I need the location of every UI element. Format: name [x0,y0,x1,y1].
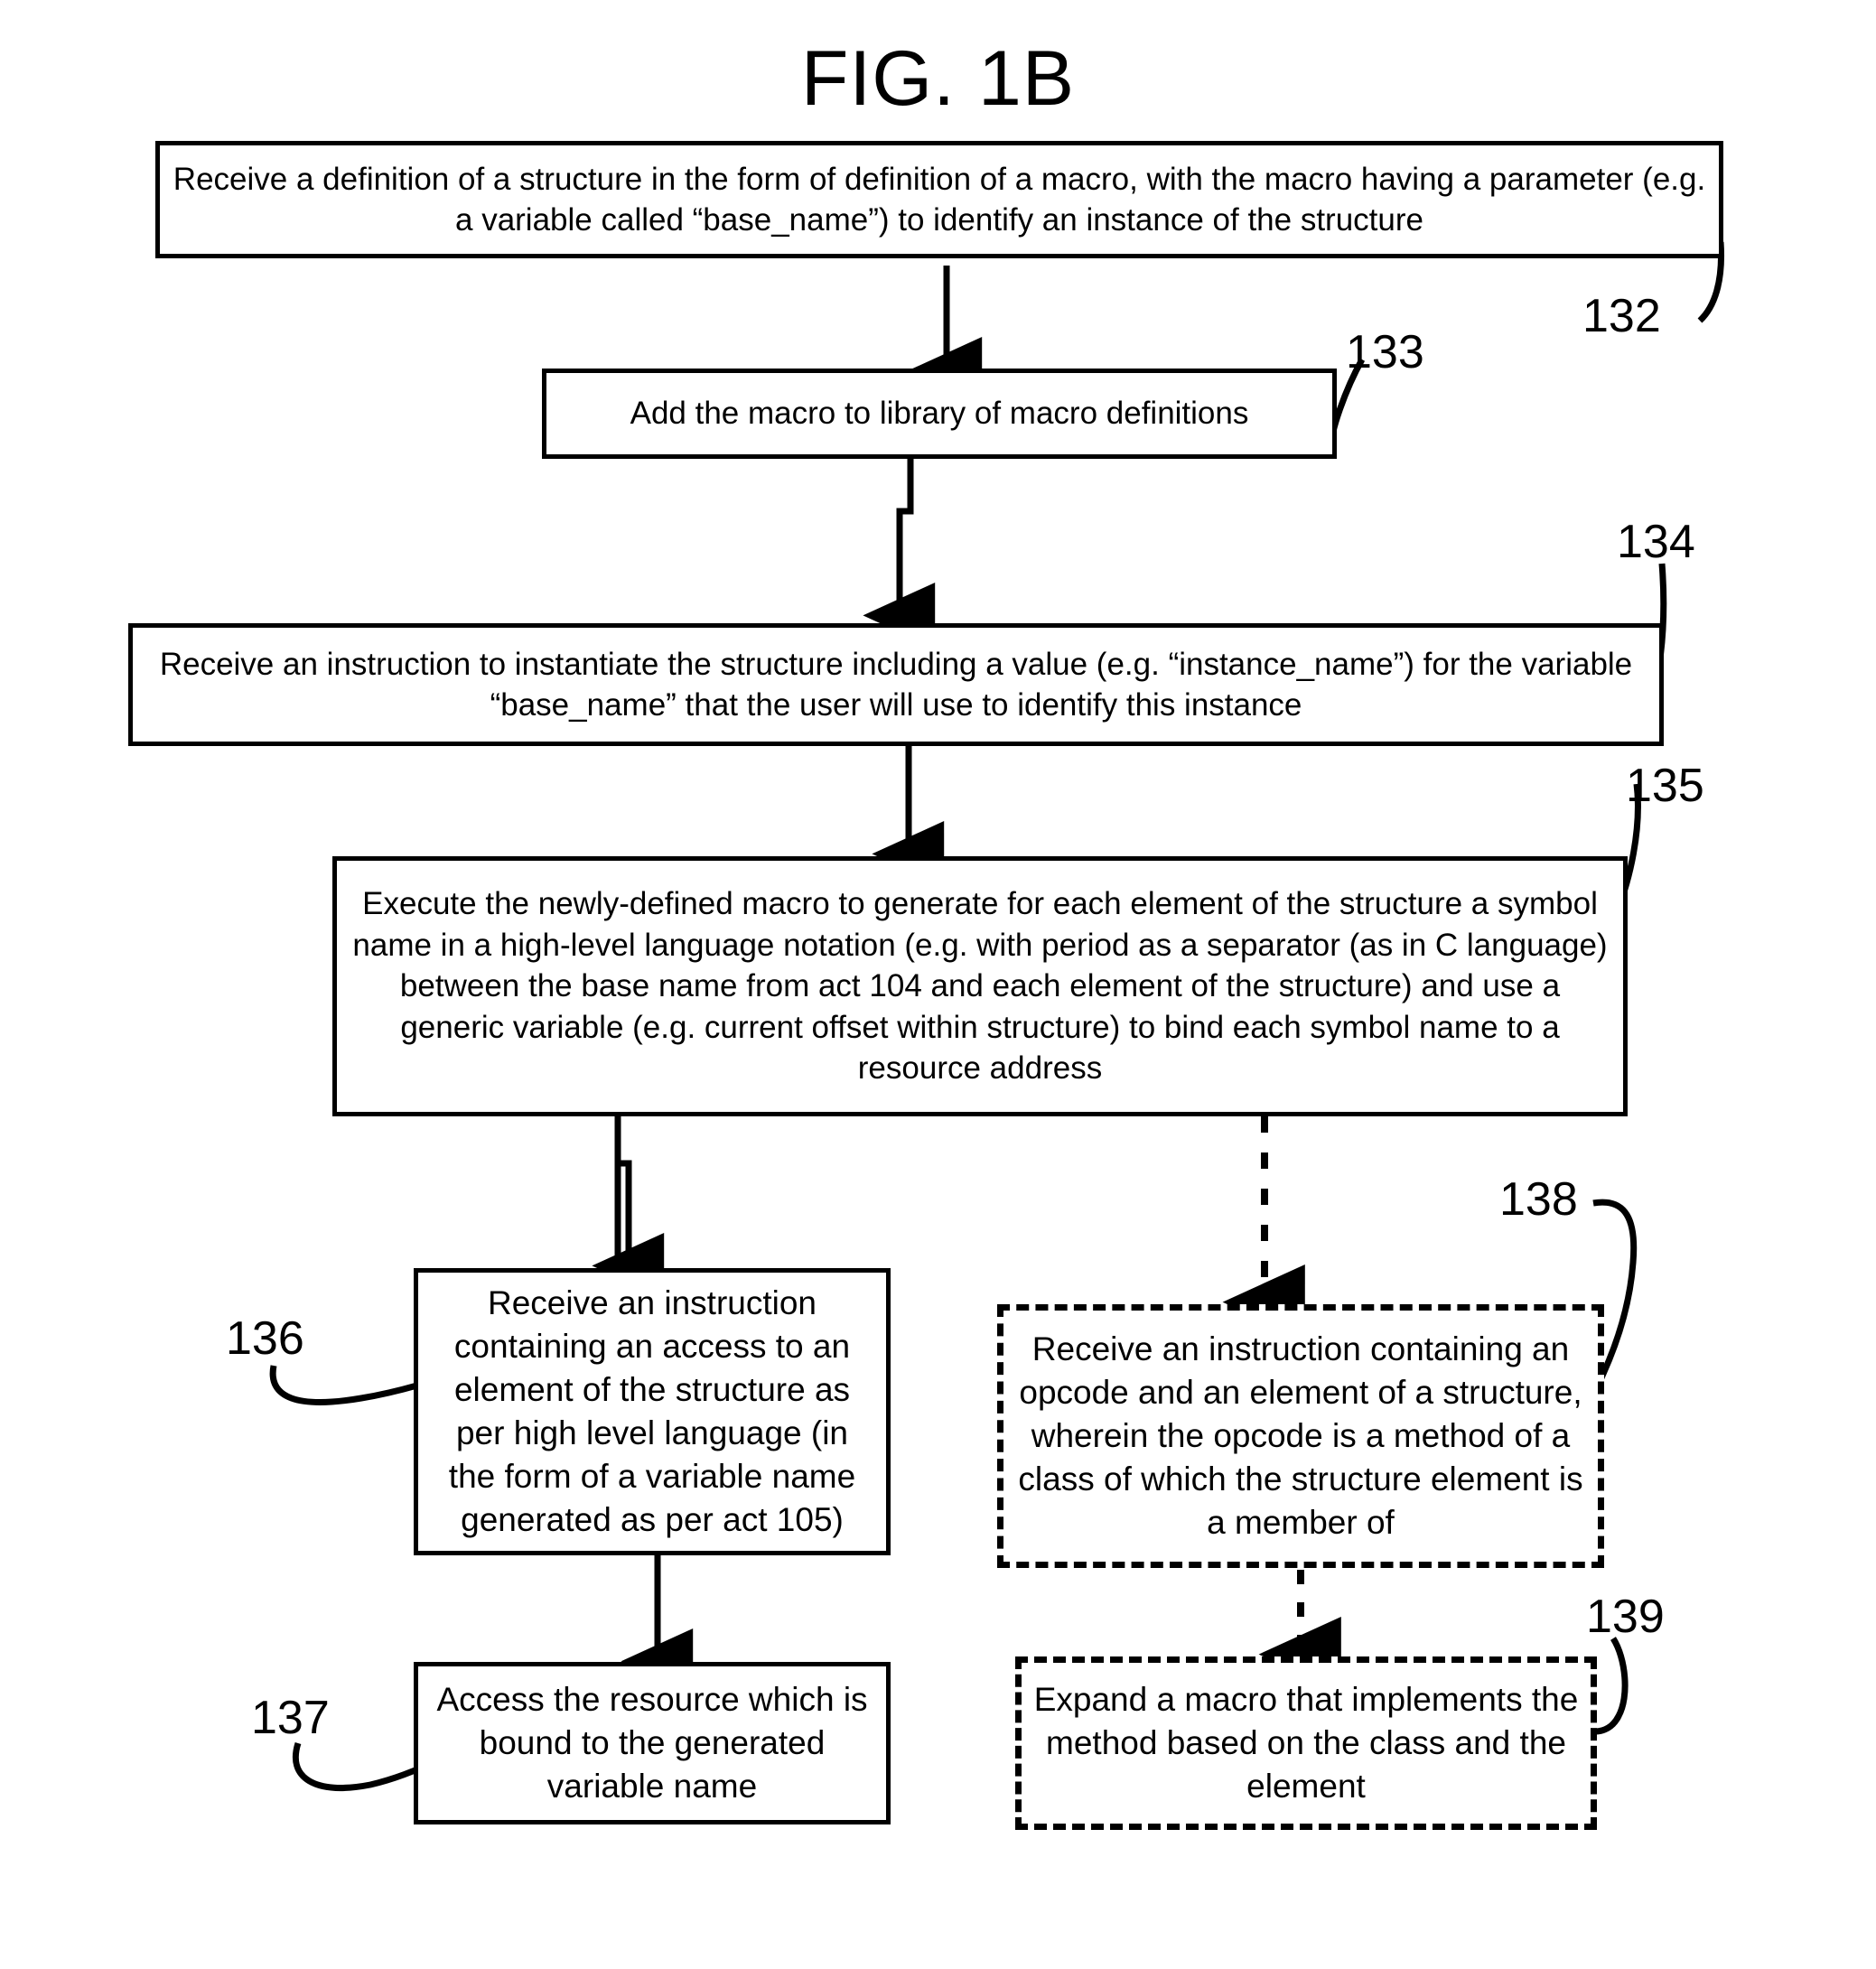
process-box-136[interactable]: Receive an instruction containing an acc… [414,1268,891,1555]
optional-process-box-138-label: Receive an instruction containing an opc… [1018,1330,1583,1542]
process-box-137[interactable]: Access the resource which is bound to th… [414,1662,891,1824]
process-box-137-label: Access the resource which is bound to th… [436,1680,868,1806]
process-box-136-label: Receive an instruction containing an acc… [448,1283,856,1539]
process-box-132-label: Receive a definition of a structure in t… [173,161,1706,238]
figure-1b: FIG. 1B Receive a definition of a struct… [0,0,1876,1969]
process-box-132[interactable]: Receive a definition of a structure in t… [155,141,1723,258]
reference-numeral-133: 133 [1346,326,1424,378]
arrow-133-to-134 [863,459,936,649]
reference-numeral-137: 137 [251,1692,330,1744]
reference-numeral-139: 139 [1586,1591,1665,1643]
reference-numeral-138: 138 [1499,1173,1578,1226]
process-box-133[interactable]: Add the macro to library of macro defini… [542,369,1337,459]
reference-numeral-132: 132 [1582,290,1661,342]
reference-numeral-136: 136 [226,1312,304,1365]
page-title: FIG. 1B [800,35,1076,122]
optional-process-box-138[interactable]: Receive an instruction containing an opc… [997,1304,1604,1568]
process-box-134[interactable]: Receive an instruction to instantiate th… [128,623,1664,746]
optional-process-box-139[interactable]: Expand a macro that implements the metho… [1015,1656,1597,1830]
process-box-134-label: Receive an instruction to instantiate th… [159,646,1633,723]
reference-numeral-134: 134 [1617,516,1695,568]
process-box-133-label: Add the macro to library of macro defini… [630,396,1249,432]
reference-numeral-135: 135 [1626,760,1704,812]
process-box-135-label: Execute the newly-defined macro to gener… [352,886,1608,1087]
optional-process-box-139-label: Expand a macro that implements the metho… [1033,1680,1579,1806]
process-box-135[interactable]: Execute the newly-defined macro to gener… [332,856,1628,1116]
